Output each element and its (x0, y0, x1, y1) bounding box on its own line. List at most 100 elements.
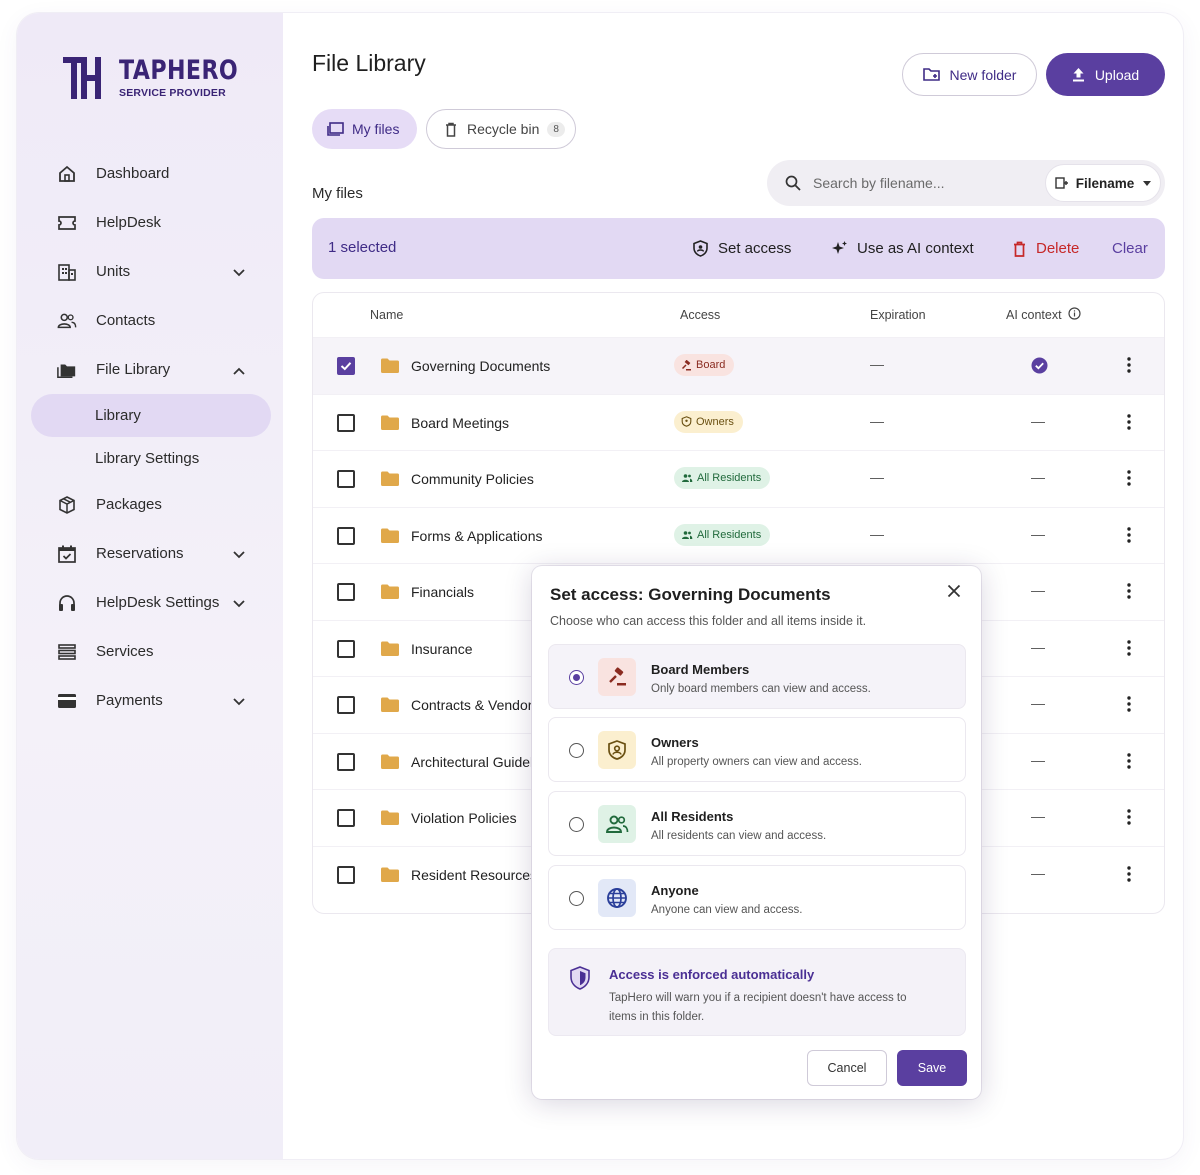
more-options-icon[interactable] (1127, 413, 1131, 435)
cancel-button[interactable]: Cancel (807, 1050, 887, 1086)
sort-dropdown[interactable]: Filename (1045, 164, 1161, 202)
file-name[interactable]: Forms & Applications (411, 528, 543, 544)
sidebar-subitem-library[interactable]: Library (31, 394, 271, 437)
column-header-name[interactable]: Name (370, 308, 403, 322)
file-name[interactable]: Architectural Guideli (411, 754, 536, 770)
file-name[interactable]: Governing Documents (411, 358, 550, 374)
ticket-icon (57, 213, 77, 233)
caret-down-icon (1143, 180, 1152, 186)
chevron-down-icon[interactable] (233, 264, 245, 281)
row-checkbox[interactable] (337, 357, 355, 375)
sidebar-item-payments[interactable]: Payments (31, 676, 271, 725)
tab-recycle-bin[interactable]: Recycle bin 8 (426, 109, 576, 149)
file-name[interactable]: Violation Policies (411, 810, 517, 826)
residents-icon (598, 805, 636, 843)
sidebar-item-helpdesk-settings[interactable]: HelpDesk Settings (31, 578, 271, 627)
sidebar-item-reservations[interactable]: Reservations (31, 529, 271, 578)
sidebar-item-label: HelpDesk Settings (96, 594, 220, 611)
column-header-ai-context[interactable]: AI context (1006, 308, 1062, 322)
file-name[interactable]: Board Meetings (411, 415, 509, 431)
row-checkbox[interactable] (337, 639, 355, 658)
file-name[interactable]: Resident Resources (411, 867, 537, 883)
ai-context-value: — (1031, 808, 1045, 824)
access-badge: All Residents (674, 467, 771, 489)
row-checkbox[interactable] (337, 526, 355, 545)
people-icon (57, 311, 77, 331)
search-input[interactable] (813, 175, 1033, 191)
ai-context-button[interactable]: Use as AI context (831, 218, 974, 279)
ai-context-value: — (1031, 751, 1045, 768)
access-option-anyone[interactable]: Anyone Anyone can view and access. (548, 865, 966, 930)
sidebar-item-packages[interactable]: Packages (31, 480, 271, 529)
row-checkbox[interactable] (337, 752, 355, 771)
table-row[interactable]: Board Meetings Owners — — (313, 393, 1164, 451)
column-header-expiration[interactable]: Expiration (870, 308, 926, 322)
more-options-icon[interactable] (1127, 752, 1131, 774)
brand-subtitle: SERVICE PROVIDER (119, 87, 226, 99)
delete-button[interactable]: Delete (1013, 218, 1079, 279)
tab-my-files[interactable]: My files (312, 109, 417, 149)
close-icon[interactable] (947, 584, 961, 603)
more-options-icon[interactable] (1127, 470, 1131, 491)
dialog-subtitle: Choose who can access this folder and al… (550, 614, 867, 628)
info-icon[interactable] (1068, 307, 1081, 323)
chevron-up-icon[interactable] (233, 362, 245, 379)
access-option-owners[interactable]: Owners All property owners can view and … (548, 717, 966, 782)
file-name[interactable]: Financials (411, 584, 474, 600)
calendar-check-icon (57, 544, 77, 564)
upload-icon (1072, 67, 1085, 82)
radio-owners[interactable] (569, 743, 584, 758)
ai-context-check-icon[interactable] (1031, 357, 1048, 379)
more-options-icon[interactable] (1127, 583, 1131, 604)
sidebar-item-services[interactable]: Services (31, 627, 271, 676)
expiration-value: — (870, 412, 884, 429)
row-checkbox[interactable] (337, 413, 355, 432)
save-button[interactable]: Save (897, 1050, 967, 1086)
file-name[interactable]: Contracts & Vendors (411, 697, 539, 713)
sidebar-subitem-library-settings[interactable]: Library Settings (31, 437, 271, 480)
more-options-icon[interactable] (1127, 865, 1131, 887)
more-options-icon[interactable] (1127, 639, 1131, 661)
chevron-down-icon[interactable] (233, 546, 245, 563)
clear-button[interactable]: Clear (1112, 218, 1148, 279)
note-title: Access is enforced automatically (609, 967, 815, 982)
page-title: File Library (312, 50, 426, 76)
radio-board-members[interactable] (569, 670, 584, 685)
set-access-button[interactable]: Set access (693, 218, 791, 279)
folder-icon (381, 415, 399, 435)
option-desc: Only board members can view and access. (651, 683, 871, 695)
table-row[interactable]: Forms & Applications All Residents — — (313, 506, 1164, 564)
sidebar-item-file-library[interactable]: File Library (31, 345, 271, 394)
sidebar-item-units[interactable]: Units (31, 247, 271, 296)
new-folder-icon (922, 67, 941, 82)
file-name[interactable]: Community Policies (411, 471, 534, 487)
sidebar-item-helpdesk[interactable]: HelpDesk (31, 198, 271, 247)
sidebar-item-dashboard[interactable]: Dashboard (31, 149, 271, 198)
table-row[interactable]: Community Policies All Residents — — (313, 450, 1164, 507)
row-checkbox[interactable] (337, 865, 355, 884)
building-icon (57, 262, 77, 282)
radio-anyone[interactable] (569, 891, 584, 906)
brand[interactable]: TAPHERO SERVICE PROVIDER (63, 55, 264, 101)
access-option-all-residents[interactable]: All Residents All residents can view and… (548, 791, 966, 856)
row-checkbox[interactable] (337, 583, 355, 601)
radio-all-residents[interactable] (569, 817, 584, 832)
access-option-board-members[interactable]: Board Members Only board members can vie… (548, 644, 966, 709)
sidebar-item-label: Reservations (96, 545, 184, 562)
row-checkbox[interactable] (337, 696, 355, 714)
upload-button[interactable]: Upload (1046, 53, 1165, 96)
row-checkbox[interactable] (337, 470, 355, 488)
more-options-icon[interactable] (1127, 357, 1131, 378)
more-options-icon[interactable] (1127, 526, 1131, 548)
column-header-access[interactable]: Access (680, 308, 720, 322)
sidebar-item-contacts[interactable]: Contacts (31, 296, 271, 345)
chevron-down-icon[interactable] (233, 595, 245, 612)
row-checkbox[interactable] (337, 809, 355, 827)
more-options-icon[interactable] (1127, 696, 1131, 717)
more-options-icon[interactable] (1127, 809, 1131, 830)
sort-icon (1055, 177, 1069, 189)
new-folder-button[interactable]: New folder (902, 53, 1037, 96)
file-name[interactable]: Insurance (411, 641, 472, 657)
table-row[interactable]: Governing Documents Board — (313, 337, 1164, 394)
chevron-down-icon[interactable] (233, 693, 245, 710)
